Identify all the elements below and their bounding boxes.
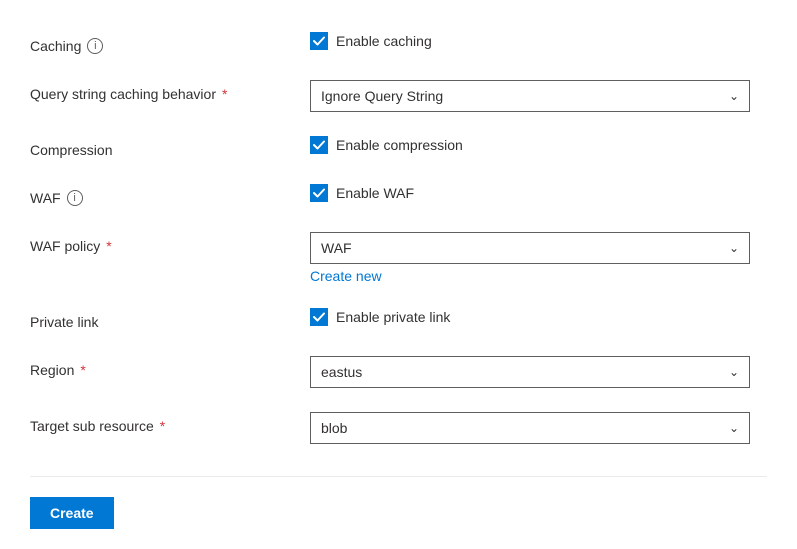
private-link-label: Private link [30,308,310,330]
caching-checkbox-box [310,32,328,50]
compression-control: Enable compression [310,136,767,154]
waf-policy-selected: WAF [321,240,352,256]
query-string-control: Ignore Query String ⌄ [310,80,767,112]
query-string-selected: Ignore Query String [321,88,443,104]
enable-caching-checkbox[interactable]: Enable caching [310,32,432,50]
region-chevron-icon: ⌄ [729,365,739,379]
target-sub-resource-label-text: Target sub resource [30,418,154,434]
enable-waf-checkbox[interactable]: Enable WAF [310,184,414,202]
waf-policy-row: WAF policy * WAF ⌄ Create new [30,220,767,296]
region-control: eastus ⌄ [310,356,767,388]
caching-info-icon[interactable]: i [87,38,103,54]
target-sub-resource-label: Target sub resource * [30,412,310,434]
private-link-row: Private link Enable private link [30,296,767,344]
footer-actions: Create [30,497,767,529]
waf-policy-dropdown[interactable]: WAF ⌄ [310,232,750,264]
waf-policy-required: * [106,238,111,254]
footer-divider [30,476,767,477]
chevron-down-icon: ⌄ [729,89,739,103]
query-string-row: Query string caching behavior * Ignore Q… [30,68,767,124]
caching-row: Caching i Enable caching [30,20,767,68]
compression-label-text: Compression [30,142,112,158]
target-sub-resource-row: Target sub resource * blob ⌄ [30,400,767,456]
target-sub-resource-required: * [160,418,165,434]
target-sub-resource-dropdown[interactable]: blob ⌄ [310,412,750,444]
compression-row: Compression Enable compression [30,124,767,172]
waf-policy-control: WAF ⌄ Create new [310,232,767,284]
waf-label-text: WAF [30,190,61,206]
region-selected: eastus [321,364,362,380]
private-link-checkmark-icon [313,311,325,323]
query-string-label: Query string caching behavior * [30,80,310,102]
enable-caching-label: Enable caching [336,33,432,49]
waf-policy-label-text: WAF policy [30,238,100,254]
waf-policy-label: WAF policy * [30,232,310,254]
target-sub-resource-chevron-icon: ⌄ [729,421,739,435]
query-string-required: * [222,86,227,102]
compression-checkmark-icon [313,139,325,151]
enable-compression-checkbox[interactable]: Enable compression [310,136,463,154]
enable-private-link-checkbox[interactable]: Enable private link [310,308,450,326]
private-link-label-text: Private link [30,314,98,330]
waf-control: Enable WAF [310,184,767,202]
enable-compression-label: Enable compression [336,137,463,153]
checkmark-icon [313,35,325,47]
waf-policy-chevron-icon: ⌄ [729,241,739,255]
waf-row: WAF i Enable WAF [30,172,767,220]
region-label-text: Region [30,362,74,378]
query-string-dropdown[interactable]: Ignore Query String ⌄ [310,80,750,112]
region-row: Region * eastus ⌄ [30,344,767,400]
caching-control: Enable caching [310,32,767,50]
create-new-link[interactable]: Create new [310,268,767,284]
target-sub-resource-selected: blob [321,420,347,436]
target-sub-resource-control: blob ⌄ [310,412,767,444]
query-string-label-text: Query string caching behavior [30,86,216,102]
compression-label: Compression [30,136,310,158]
caching-label: Caching i [30,32,310,54]
region-required: * [80,362,85,378]
region-label: Region * [30,356,310,378]
waf-info-icon[interactable]: i [67,190,83,206]
enable-waf-label: Enable WAF [336,185,414,201]
compression-checkbox-box [310,136,328,154]
region-dropdown[interactable]: eastus ⌄ [310,356,750,388]
private-link-checkbox-box [310,308,328,326]
enable-private-link-label: Enable private link [336,309,450,325]
caching-label-text: Caching [30,38,81,54]
waf-checkbox-box [310,184,328,202]
waf-checkmark-icon [313,187,325,199]
create-button[interactable]: Create [30,497,114,529]
form-container: Caching i Enable caching Query string ca… [30,20,767,529]
private-link-control: Enable private link [310,308,767,326]
waf-label: WAF i [30,184,310,206]
